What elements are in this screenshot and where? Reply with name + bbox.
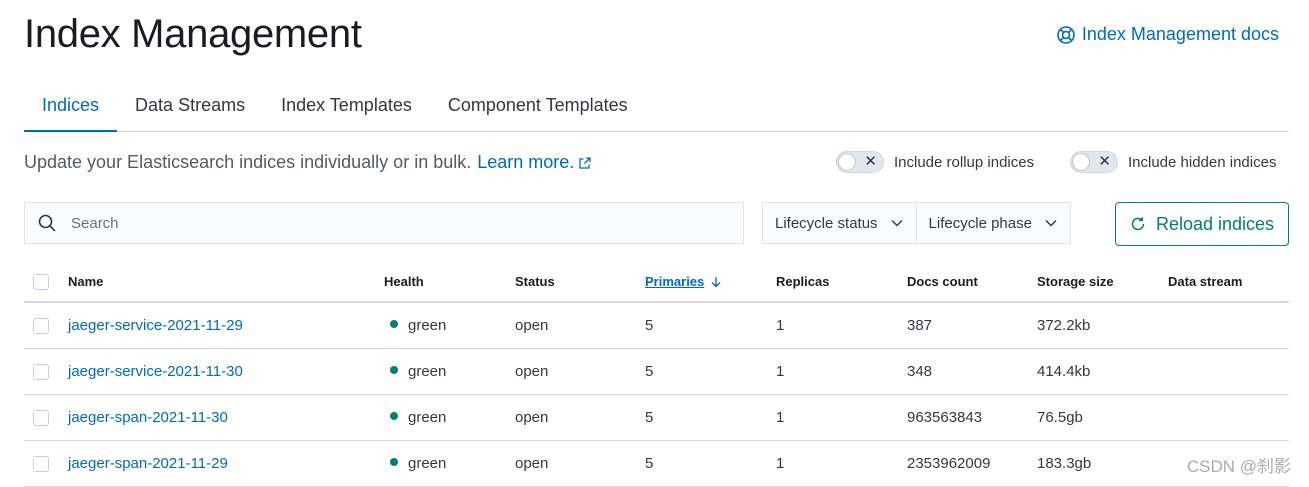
hidden-toggle-label: Include hidden indices	[1128, 153, 1277, 171]
lifecycle-phase-filter[interactable]: Lifecycle phase	[915, 203, 1070, 243]
indices-table: Name Health Status Primaries Replicas Do…	[24, 262, 1289, 487]
watermark: CSDN @刹影	[1186, 457, 1291, 476]
storage-size-value: 414.4kb	[1037, 363, 1091, 380]
lifecycle-status-filter[interactable]: Lifecycle status	[763, 203, 916, 243]
replicas-value: 1	[776, 363, 785, 380]
lifecycle-phase-label: Lifecycle phase	[928, 214, 1032, 232]
rollup-toggle-label: Include rollup indices	[894, 153, 1035, 171]
reload-indices-button[interactable]: Reload indices	[1115, 202, 1289, 246]
search-input[interactable]	[69, 213, 713, 233]
chevron-down-icon	[1045, 220, 1057, 227]
sort-arrow-down-icon	[711, 276, 721, 287]
column-header-replicas[interactable]: Replicas	[776, 262, 829, 301]
refresh-icon	[1131, 217, 1145, 231]
index-name-link[interactable]: jaeger-service-2021-11-29	[68, 303, 243, 348]
tab-component-templates[interactable]: Component Templates	[430, 84, 646, 130]
column-header-primaries[interactable]: Primaries	[645, 262, 722, 301]
status-value: open	[515, 409, 549, 426]
column-header-name[interactable]: Name	[68, 262, 103, 301]
storage-size-value: 372.2kb	[1037, 317, 1091, 334]
replicas-value: 1	[776, 455, 785, 472]
health-cell: green	[384, 349, 446, 394]
column-header-data-stream[interactable]: Data stream	[1168, 262, 1242, 301]
storage-size-value: 183.3gb	[1037, 455, 1092, 472]
tab-index-templates[interactable]: Index Templates	[263, 84, 430, 130]
replicas-value: 1	[776, 409, 785, 426]
health-dot-icon	[390, 457, 398, 466]
health-cell: green	[384, 395, 446, 440]
tab-data-streams[interactable]: Data Streams	[117, 84, 263, 130]
status-value: open	[515, 455, 549, 472]
health-dot-icon	[390, 411, 398, 420]
row-checkbox[interactable]	[33, 363, 49, 380]
status-value: open	[515, 363, 549, 380]
description-text: Update your Elasticsearch indices indivi…	[24, 152, 472, 172]
row-checkbox[interactable]	[33, 317, 49, 334]
cross-icon: ✕	[1098, 153, 1111, 170]
index-name-link[interactable]: jaeger-span-2021-11-29	[68, 441, 228, 486]
index-name-link[interactable]: jaeger-service-2021-11-30	[68, 349, 243, 394]
health-dot-icon	[390, 365, 398, 374]
docs-count-value: 2353962009	[907, 455, 991, 472]
docs-count-value: 963563843	[907, 409, 983, 426]
lifecycle-status-label: Lifecycle status	[775, 214, 878, 232]
rollup-switch[interactable]: ✕	[836, 151, 884, 173]
learn-more-label: Learn more.	[477, 152, 575, 172]
filter-group: Lifecycle status Lifecycle phase	[762, 202, 1071, 244]
page-description: Update your Elasticsearch indices indivi…	[24, 152, 592, 173]
docs-count-value: 348	[907, 363, 933, 380]
index-name-link[interactable]: jaeger-span-2021-11-30	[68, 395, 228, 440]
health-value: green	[408, 363, 447, 380]
docs-count-value: 387	[907, 317, 933, 334]
table-header: Name Health Status Primaries Replicas Do…	[24, 262, 1289, 303]
docs-link[interactable]: Index Management docs	[1056, 24, 1279, 45]
search-box	[24, 202, 744, 244]
status-value: open	[515, 317, 549, 334]
hidden-toggle: ✕ Include hidden indices	[1070, 151, 1276, 173]
primaries-value: 5	[645, 409, 654, 426]
external-link-icon	[579, 156, 591, 169]
cross-icon: ✕	[864, 153, 877, 170]
page-title: Index Management	[24, 12, 362, 56]
health-value: green	[408, 409, 447, 426]
column-header-health[interactable]: Health	[384, 262, 424, 301]
help-lifebuoy-icon	[1057, 25, 1075, 44]
search-icon	[38, 214, 56, 232]
column-header-docs-count[interactable]: Docs count	[907, 262, 978, 301]
table-row: jaeger-span-2021-11-30 green open 5 1 96…	[24, 395, 1289, 441]
storage-size-value: 76.5gb	[1037, 409, 1083, 426]
switch-knob	[1072, 153, 1090, 171]
health-cell: green	[384, 303, 446, 348]
tab-bar: Indices Data Streams Index Templates Com…	[24, 84, 1289, 132]
select-all-checkbox[interactable]	[33, 273, 49, 290]
rollup-toggle: ✕ Include rollup indices	[836, 151, 1034, 173]
health-value: green	[408, 455, 447, 472]
learn-more-link[interactable]: Learn more.	[477, 152, 592, 173]
health-dot-icon	[390, 319, 398, 328]
switch-knob	[838, 153, 856, 171]
table-row: jaeger-service-2021-11-29 green open 5 1…	[24, 303, 1289, 349]
tab-indices[interactable]: Indices	[24, 84, 118, 132]
reload-indices-label: Reload indices	[1155, 213, 1275, 234]
table-row: jaeger-service-2021-11-30 green open 5 1…	[24, 349, 1289, 395]
chevron-down-icon	[891, 220, 903, 227]
primaries-value: 5	[645, 317, 654, 334]
column-header-status[interactable]: Status	[515, 262, 555, 301]
primaries-value: 5	[645, 363, 654, 380]
replicas-value: 1	[776, 317, 785, 334]
row-checkbox[interactable]	[33, 455, 49, 472]
row-checkbox[interactable]	[33, 409, 49, 426]
health-value: green	[408, 317, 447, 334]
table-row: jaeger-span-2021-11-29 green open 5 1 23…	[24, 441, 1289, 487]
column-header-storage-size[interactable]: Storage size	[1037, 262, 1114, 301]
health-cell: green	[384, 441, 446, 486]
docs-link-label: Index Management docs	[1081, 24, 1279, 44]
primaries-header-label: Primaries	[645, 274, 705, 289]
hidden-switch[interactable]: ✕	[1070, 151, 1118, 173]
primaries-value: 5	[645, 455, 654, 472]
